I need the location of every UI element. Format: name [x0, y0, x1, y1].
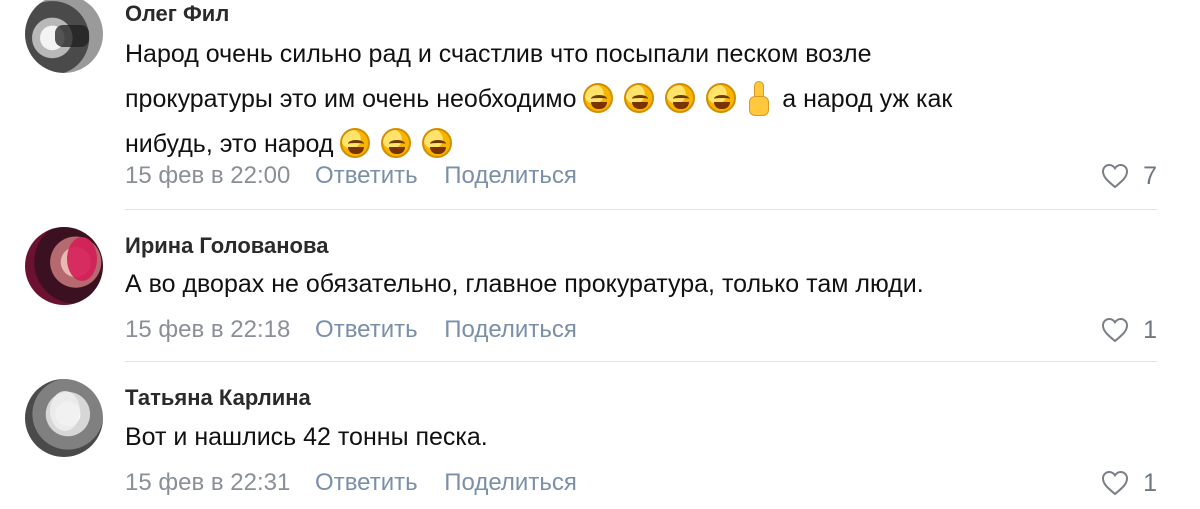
like-count: 1 [1143, 468, 1157, 497]
comment-text: Народ очень сильно рад и счастлив что по… [125, 32, 1085, 167]
comments-list: Олег Фил Народ очень сильно рад и счастл… [0, 0, 1200, 509]
like-count: 1 [1143, 315, 1157, 344]
comment-text-line: прокуратуры это им очень необходимо [125, 85, 577, 113]
comment-date[interactable]: 15 фев в 22:18 [125, 315, 290, 345]
comment-meta: 15 фев в 22:00 Ответить Поделиться [125, 161, 577, 191]
share-button[interactable]: Поделиться [444, 161, 577, 191]
comment-author[interactable]: Ирина Голованова [125, 232, 328, 260]
comment-date[interactable]: 15 фев в 22:31 [125, 468, 290, 498]
raised-index-finger-emoji-icon [747, 81, 770, 116]
share-button[interactable]: Поделиться [444, 468, 577, 498]
rolling-on-floor-laughing-emoji-icon [381, 128, 412, 158]
reply-button[interactable]: Ответить [315, 161, 418, 191]
rolling-on-floor-laughing-emoji-icon [340, 128, 371, 158]
rolling-on-floor-laughing-emoji-icon [624, 83, 655, 113]
comment-text: Вот и нашлись 42 тонны песка. [125, 423, 488, 451]
comment-item: Татьяна Карлина Вот и нашлись 42 тонны п… [0, 362, 1200, 509]
comment-item: Олег Фил Народ очень сильно рад и счастл… [0, 0, 1200, 210]
avatar[interactable] [25, 227, 103, 305]
heart-icon [1102, 470, 1129, 496]
rolling-on-floor-laughing-emoji-icon [706, 83, 737, 113]
like-button[interactable]: 7 [1101, 161, 1157, 191]
like-button[interactable]: 1 [1101, 315, 1157, 345]
comment-author[interactable]: Олег Фил [125, 0, 229, 28]
comment-date[interactable]: 15 фев в 22:00 [125, 161, 290, 191]
heart-icon [1102, 317, 1129, 343]
comment-text-line: Народ очень сильно рад и счастлив что по… [125, 40, 872, 68]
avatar[interactable] [25, 0, 103, 73]
comment-text: А во дворах не обязательно, главное прок… [125, 270, 924, 298]
reply-button[interactable]: Ответить [315, 315, 418, 345]
rolling-on-floor-laughing-emoji-icon [665, 83, 696, 113]
share-button[interactable]: Поделиться [444, 315, 577, 345]
like-button[interactable]: 1 [1101, 468, 1157, 498]
rolling-on-floor-laughing-emoji-icon [422, 128, 453, 158]
comment-meta: 15 фев в 22:18 Ответить Поделиться [125, 315, 577, 345]
comment-item: Ирина Голованова А во дворах не обязател… [0, 210, 1200, 362]
reply-button[interactable]: Ответить [315, 468, 418, 498]
comment-text-line: нибудь, это народ [125, 130, 334, 158]
comment-meta: 15 фев в 22:31 Ответить Поделиться [125, 468, 577, 498]
like-count: 7 [1143, 161, 1157, 190]
heart-icon [1102, 163, 1129, 189]
comment-text-line: а народ уж как [782, 85, 953, 113]
rolling-on-floor-laughing-emoji-icon [583, 83, 614, 113]
comment-author[interactable]: Татьяна Карлина [125, 384, 311, 412]
avatar[interactable] [25, 379, 103, 457]
